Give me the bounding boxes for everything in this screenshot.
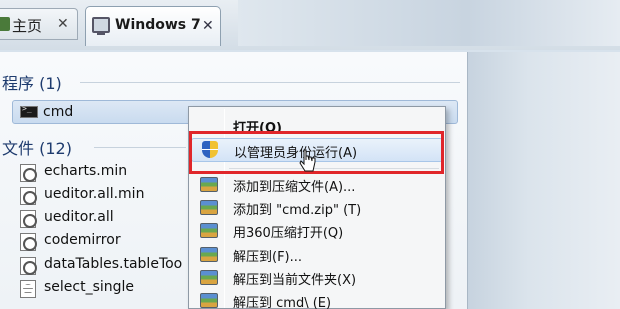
section-heading-files: 文件 (12)	[2, 135, 186, 159]
desktop-background	[468, 52, 620, 309]
file-item[interactable]: select_single	[20, 278, 200, 300]
virtual-machine-icon	[92, 17, 110, 35]
tab-home[interactable]: 主页 ✕	[0, 8, 78, 40]
archive-icon	[200, 270, 218, 285]
menu-item-extract-to[interactable]: 解压到(F)...	[191, 244, 443, 266]
text-file-icon	[20, 280, 36, 298]
file-label: codemirror	[44, 232, 121, 248]
file-item[interactable]: ueditor.all	[20, 208, 200, 230]
file-item[interactable]: codemirror	[20, 231, 200, 253]
menu-item-add-to-archive[interactable]: 添加到压缩文件(A)...	[191, 174, 443, 196]
archive-icon	[200, 177, 218, 192]
tab-windows-7[interactable]: Windows 7 ✕	[85, 6, 221, 46]
archive-icon	[200, 200, 218, 215]
file-item[interactable]: ueditor.all.min	[20, 185, 200, 207]
script-file-icon	[20, 233, 37, 251]
cmd-icon	[20, 104, 38, 118]
menu-item-extract-to-cmd-folder[interactable]: 解压到 cmd\ (E)	[191, 290, 443, 309]
script-file-icon	[20, 210, 37, 228]
menu-item-label: 解压到 cmd\ (E)	[233, 296, 332, 309]
menu-item-add-to-cmd-zip[interactable]: 添加到 "cmd.zip" (T)	[191, 197, 443, 219]
file-label: ueditor.all	[44, 209, 114, 225]
file-item[interactable]: dataTables.tableToo	[20, 255, 200, 277]
archive-icon	[200, 293, 218, 308]
file-label: echarts.min	[44, 163, 128, 179]
result-label: cmd	[43, 104, 74, 120]
tab-label: Windows 7	[115, 17, 201, 33]
archive-icon	[200, 247, 218, 262]
home-icon	[0, 17, 10, 31]
archive-icon	[200, 223, 218, 238]
tab-bar: 主页 ✕ Windows 7 ✕	[0, 0, 620, 50]
close-icon[interactable]: ✕	[202, 19, 214, 33]
menu-item-label: 解压到当前文件夹(X)	[233, 273, 357, 288]
menu-item-label: 解压到(F)...	[233, 250, 303, 265]
file-label: ueditor.all.min	[44, 186, 145, 202]
script-file-icon	[20, 257, 37, 275]
tab-label: 主页	[12, 17, 43, 35]
menu-item-label: 添加到 "cmd.zip" (T)	[233, 203, 362, 218]
menu-item-label: 添加到压缩文件(A)...	[233, 180, 356, 195]
menu-item-open-with-360zip[interactable]: 用360压缩打开(Q)	[191, 220, 443, 242]
script-file-icon	[20, 187, 37, 205]
section-heading-programs: 程序 (1)	[2, 70, 460, 94]
menu-item-label: 用360压缩打开(Q)	[233, 226, 344, 241]
tab-strip-background	[238, 0, 620, 46]
file-label: select_single	[44, 279, 135, 295]
file-label: dataTables.tableToo	[44, 256, 183, 272]
file-item[interactable]: echarts.min	[20, 162, 200, 184]
mouse-pointer-icon	[299, 149, 316, 172]
script-file-icon	[20, 164, 37, 182]
menu-item-extract-here[interactable]: 解压到当前文件夹(X)	[191, 267, 443, 289]
close-icon[interactable]: ✕	[57, 17, 69, 31]
